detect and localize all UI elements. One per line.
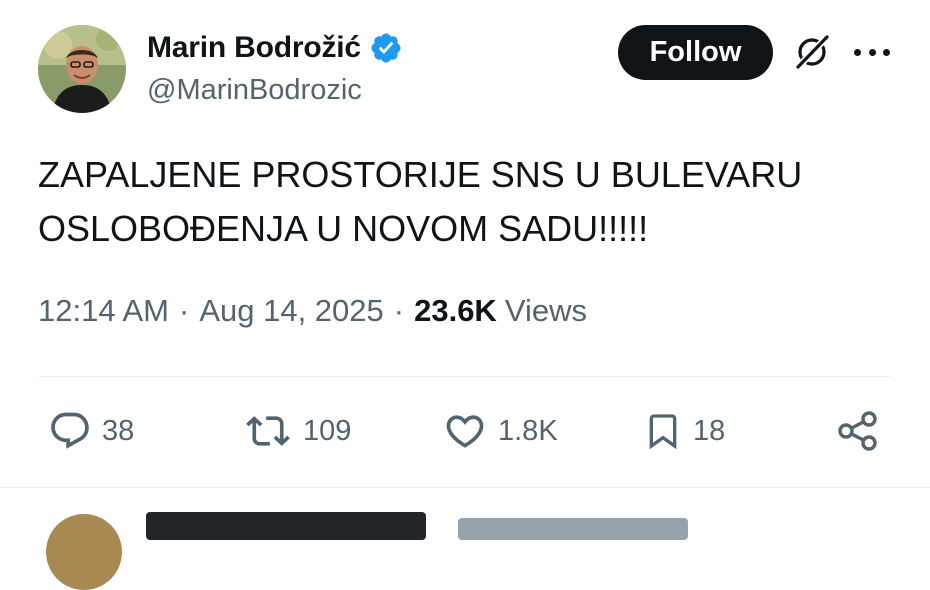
author-handle[interactable]: @MarinBodrozic xyxy=(147,74,362,107)
divider xyxy=(0,487,930,488)
author-avatar[interactable] xyxy=(38,25,126,113)
retweet-button[interactable]: 109 xyxy=(243,406,351,456)
reply-button[interactable]: 38 xyxy=(48,406,134,456)
views-label[interactable]: Views xyxy=(505,293,587,329)
meta-separator: · xyxy=(178,293,190,328)
next-tweet-preview[interactable] xyxy=(38,508,898,590)
bookmark-count: 18 xyxy=(693,414,726,447)
tweet-time[interactable]: 12:14 AM xyxy=(38,293,169,329)
follow-button[interactable]: Follow xyxy=(618,25,773,80)
retweet-icon xyxy=(246,416,290,446)
views-count[interactable]: 23.6K xyxy=(414,293,497,329)
tweet-text: ZAPALJENE PROSTORIJE SNS U BULEVARU OSLO… xyxy=(38,148,898,256)
reply-count: 38 xyxy=(102,414,135,447)
meta-separator: · xyxy=(393,293,405,328)
share-icon xyxy=(838,411,877,451)
next-tweet-avatar[interactable] xyxy=(46,514,122,590)
grok-icon[interactable] xyxy=(793,33,831,71)
retweet-count: 109 xyxy=(303,414,352,447)
author-name[interactable]: Marin Bodrožić xyxy=(147,31,361,65)
bookmark-icon xyxy=(649,414,677,450)
more-icon[interactable] xyxy=(854,38,890,66)
divider xyxy=(38,376,892,377)
like-count: 1.8K xyxy=(498,414,558,447)
tweet-text-line: ZAPALJENE PROSTORIJE SNS U BULEVARU xyxy=(38,154,803,195)
share-button[interactable] xyxy=(836,406,880,456)
next-tweet-author-name[interactable] xyxy=(146,512,426,540)
tweet-text-line: OSLOBOĐENJA U NOVOM SADU!!!!! xyxy=(38,208,649,249)
next-tweet-author-handle[interactable] xyxy=(458,518,688,540)
author-name-row: Marin Bodrožić xyxy=(147,30,403,66)
tweet-meta: 12:14 AM · Aug 14, 2025 · 23.6K Views xyxy=(38,293,587,329)
reply-icon xyxy=(51,412,89,449)
verified-badge-icon[interactable] xyxy=(369,31,403,65)
heart-icon xyxy=(446,415,484,448)
tweet-date[interactable]: Aug 14, 2025 xyxy=(199,293,383,329)
like-button[interactable]: 1.8K xyxy=(442,406,558,456)
bookmark-button[interactable]: 18 xyxy=(643,406,725,456)
